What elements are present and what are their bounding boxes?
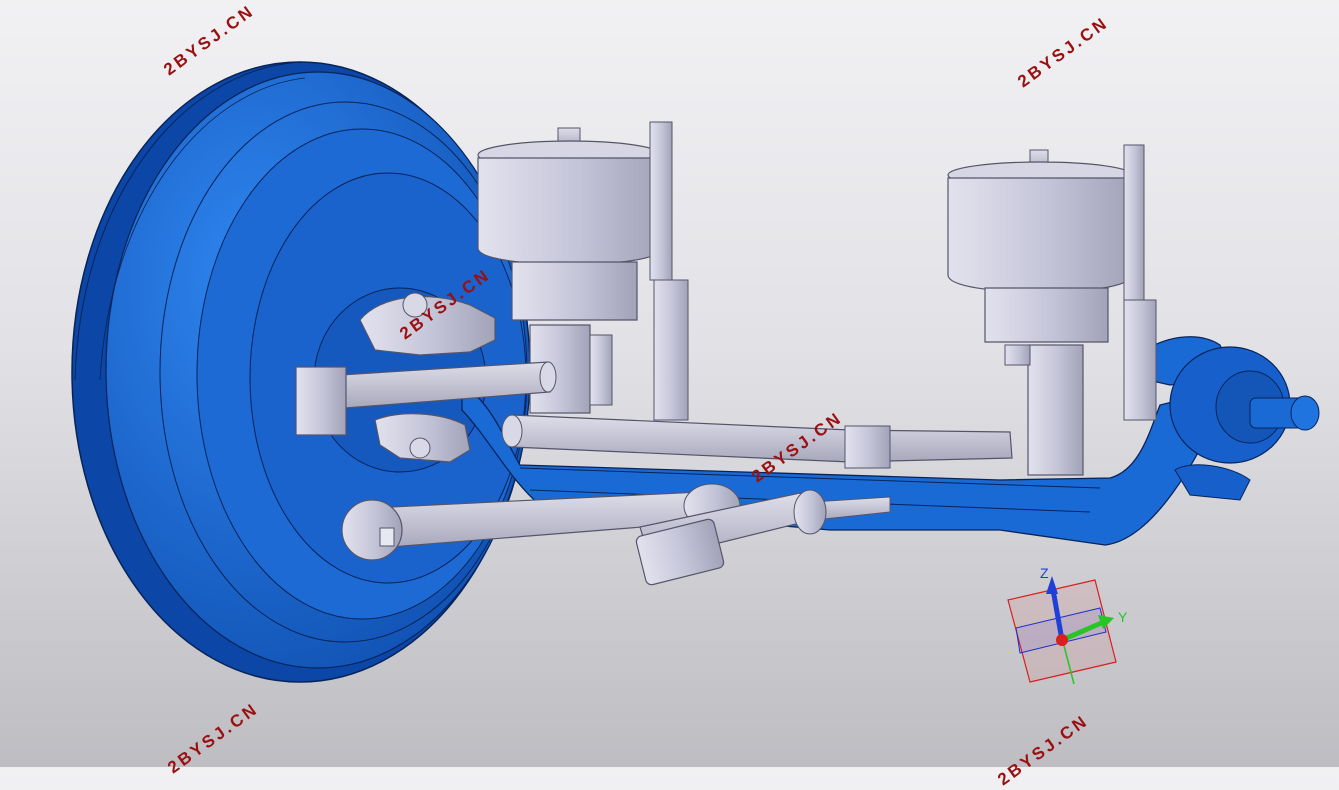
right-shock-absorber[interactable] (1123, 144, 1157, 421)
triad-origin (1056, 634, 1068, 646)
z-axis-label: Z (1040, 565, 1049, 581)
cad-3d-viewport[interactable]: Z Y 2BYSJ.CN 2BYSJ.CN 2BYSJ.CN 2BYSJ.CN … (0, 0, 1339, 789)
suspension-assembly-model[interactable]: Z Y (0, 0, 1339, 767)
left-shock-absorber[interactable] (649, 121, 689, 421)
stabilizer-bar[interactable] (501, 414, 1013, 469)
y-axis-label: Y (1118, 609, 1128, 625)
right-air-spring[interactable] (947, 149, 1133, 476)
orientation-triad[interactable]: Z Y (1007, 565, 1128, 685)
